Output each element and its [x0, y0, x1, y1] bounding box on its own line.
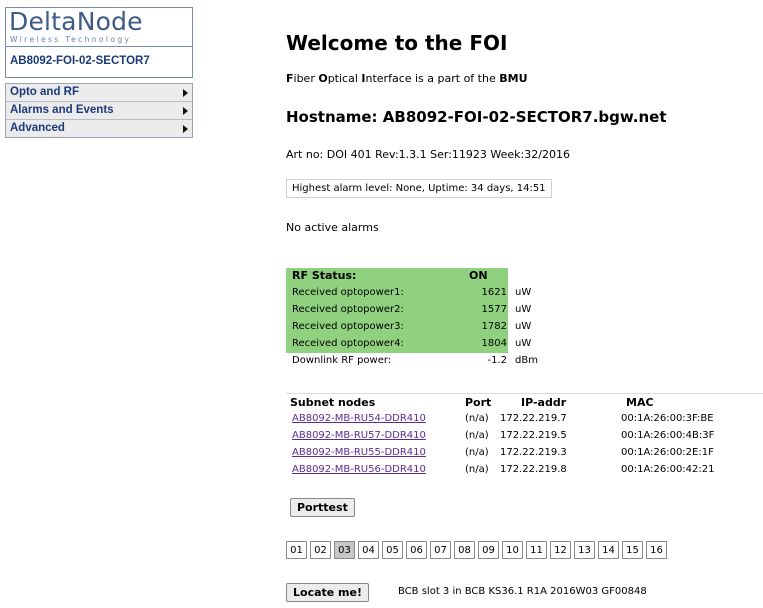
intro-f: F — [286, 72, 294, 85]
slot-button[interactable]: 13 — [574, 541, 595, 559]
optopower-unit: uW — [515, 287, 532, 298]
sidebar-host-box: AB8092-FOI-02-SECTOR7 — [5, 47, 193, 78]
downlink-rf-value: -1.2 — [487, 355, 507, 366]
rf-status-table: RF Status: ON Received optopower1: 1621 … — [286, 268, 538, 370]
subnet-node-ip: 172.22.219.8 — [500, 464, 567, 475]
article-number: Art no: DOI 401 Rev:1.3.1 Ser:11923 Week… — [286, 148, 570, 161]
menu-item-opto-and-rf[interactable]: Opto and RF — [6, 84, 192, 102]
optopower-label: Received optopower3: — [292, 321, 404, 332]
sidebar: DeltaNode Wireless Technology AB8092-FOI… — [5, 7, 193, 138]
intro-ptical: ptical — [327, 72, 362, 85]
table-row: AB8092-MB-RU54-DDR410 (n/a) 172.22.219.7… — [286, 411, 763, 428]
slot-button[interactable]: 10 — [502, 541, 523, 559]
subnet-node-port: (n/a) — [465, 413, 489, 424]
slot-button[interactable]: 02 — [310, 541, 331, 559]
subnet-node-port: (n/a) — [465, 447, 489, 458]
optopower-unit: uW — [515, 304, 532, 315]
locate-info-text: BCB slot 3 in BCB KS36.1 R1A 2016W03 GF0… — [398, 586, 647, 597]
downlink-rf-row: Downlink RF power: -1.2 dBm — [286, 353, 538, 370]
slot-button[interactable]: 07 — [430, 541, 451, 559]
page-title: Welcome to the FOI — [286, 31, 508, 55]
subnet-header-name: Subnet nodes — [290, 396, 376, 409]
table-row: AB8092-MB-RU57-DDR410 (n/a) 172.22.219.5… — [286, 428, 763, 445]
table-row: AB8092-MB-RU56-DDR410 (n/a) 172.22.219.8… — [286, 462, 763, 479]
subnet-node-link[interactable]: AB8092-MB-RU54-DDR410 — [292, 413, 426, 424]
optopower-label: Received optopower4: — [292, 338, 404, 349]
optopower-value: 1804 — [481, 338, 507, 349]
slot-button[interactable]: 04 — [358, 541, 379, 559]
optopower-row: Received optopower4: 1804 uW — [286, 336, 531, 353]
downlink-rf-label: Downlink RF power: — [292, 355, 392, 366]
subnet-node-mac: 00:1A:26:00:2E:1F — [621, 447, 714, 458]
locate-me-button[interactable]: Locate me! — [286, 583, 369, 602]
alarm-status-box: Highest alarm level: None, Uptime: 34 da… — [286, 179, 552, 198]
subnet-node-port: (n/a) — [465, 464, 489, 475]
subnet-node-ip: 172.22.219.3 — [500, 447, 567, 458]
slot-button[interactable]: 03 — [334, 541, 355, 559]
subnet-header-ip: IP-addr — [521, 396, 567, 409]
logo-subtitle: Wireless Technology — [10, 35, 132, 44]
optopower-label: Received optopower2: — [292, 304, 404, 315]
optopower-unit: uW — [515, 338, 532, 349]
porttest-button[interactable]: Porttest — [290, 498, 355, 517]
deltanode-logo: DeltaNode Wireless Technology — [5, 7, 193, 47]
slot-button[interactable]: 15 — [622, 541, 643, 559]
slot-button[interactable]: 16 — [646, 541, 667, 559]
menu-item-advanced[interactable]: Advanced — [6, 120, 192, 137]
optopower-value: 1621 — [481, 287, 507, 298]
subnet-node-ip: 172.22.219.5 — [500, 430, 567, 441]
subnet-node-link[interactable]: AB8092-MB-RU56-DDR410 — [292, 464, 426, 475]
slot-button[interactable]: 12 — [550, 541, 571, 559]
menu-item-label: Advanced — [10, 122, 65, 134]
hostname-heading: Hostname: AB8092-FOI-02-SECTOR7.bgw.net — [286, 108, 667, 126]
downlink-rf-unit: dBm — [515, 355, 538, 366]
optopower-value: 1577 — [481, 304, 507, 315]
slot-button[interactable]: 01 — [286, 541, 307, 559]
intro-bmu: BMU — [499, 72, 528, 85]
optopower-unit: uW — [515, 321, 532, 332]
optopower-row: Received optopower1: 1621 uW — [286, 285, 531, 302]
subnet-header-port: Port — [465, 396, 492, 409]
logo-text: DeltaNode — [9, 7, 143, 36]
subnet-node-mac: 00:1A:26:00:4B:3F — [621, 430, 715, 441]
optopower-row: Received optopower3: 1782 uW — [286, 319, 531, 336]
slot-button[interactable]: 08 — [454, 541, 475, 559]
menu-item-label: Opto and RF — [10, 86, 79, 98]
subnet-nodes-table: Subnet nodes Port IP-addr MAC AB8092-MB-… — [286, 393, 763, 517]
slot-button[interactable]: 11 — [526, 541, 547, 559]
sidebar-host-label: AB8092-FOI-02-SECTOR7 — [10, 55, 150, 67]
sidebar-menu: Opto and RF Alarms and Events Advanced — [5, 83, 193, 138]
subnet-header-row: Subnet nodes Port IP-addr MAC — [286, 394, 763, 411]
no-alarms-text: No active alarms — [286, 221, 379, 234]
menu-item-label: Alarms and Events — [10, 104, 114, 116]
rf-status-value: ON — [469, 269, 488, 282]
intro-rest: nterface is a part of the — [365, 72, 500, 85]
subnet-header-mac: MAC — [626, 396, 654, 409]
slot-button[interactable]: 05 — [382, 541, 403, 559]
intro-text: Fiber Optical Interface is a part of the… — [286, 72, 528, 85]
optopower-row: Received optopower2: 1577 uW — [286, 302, 531, 319]
rf-status-row: RF Status: ON — [286, 268, 510, 285]
menu-item-alarms-and-events[interactable]: Alarms and Events — [6, 102, 192, 120]
subnet-node-mac: 00:1A:26:00:42:21 — [621, 464, 715, 475]
chevron-right-icon — [183, 89, 188, 97]
optopower-value: 1782 — [481, 321, 507, 332]
chevron-right-icon — [183, 107, 188, 115]
slot-button[interactable]: 06 — [406, 541, 427, 559]
subnet-node-ip: 172.22.219.7 — [500, 413, 567, 424]
table-row: AB8092-MB-RU55-DDR410 (n/a) 172.22.219.3… — [286, 445, 763, 462]
subnet-node-link[interactable]: AB8092-MB-RU57-DDR410 — [292, 430, 426, 441]
slot-button[interactable]: 14 — [598, 541, 619, 559]
slot-selector: 01 02 03 04 05 06 07 08 09 10 11 12 13 14 15 16 — [286, 541, 670, 559]
subnet-node-port: (n/a) — [465, 430, 489, 441]
intro-o: O — [318, 72, 328, 85]
subnet-node-link[interactable]: AB8092-MB-RU55-DDR410 — [292, 447, 426, 458]
slot-button[interactable]: 09 — [478, 541, 499, 559]
optopower-label: Received optopower1: — [292, 287, 404, 298]
rf-status-label: RF Status: — [292, 269, 357, 282]
subnet-node-mac: 00:1A:26:00:3F:BE — [621, 413, 714, 424]
chevron-right-icon — [183, 125, 188, 133]
intro-iber: iber — [293, 72, 319, 85]
